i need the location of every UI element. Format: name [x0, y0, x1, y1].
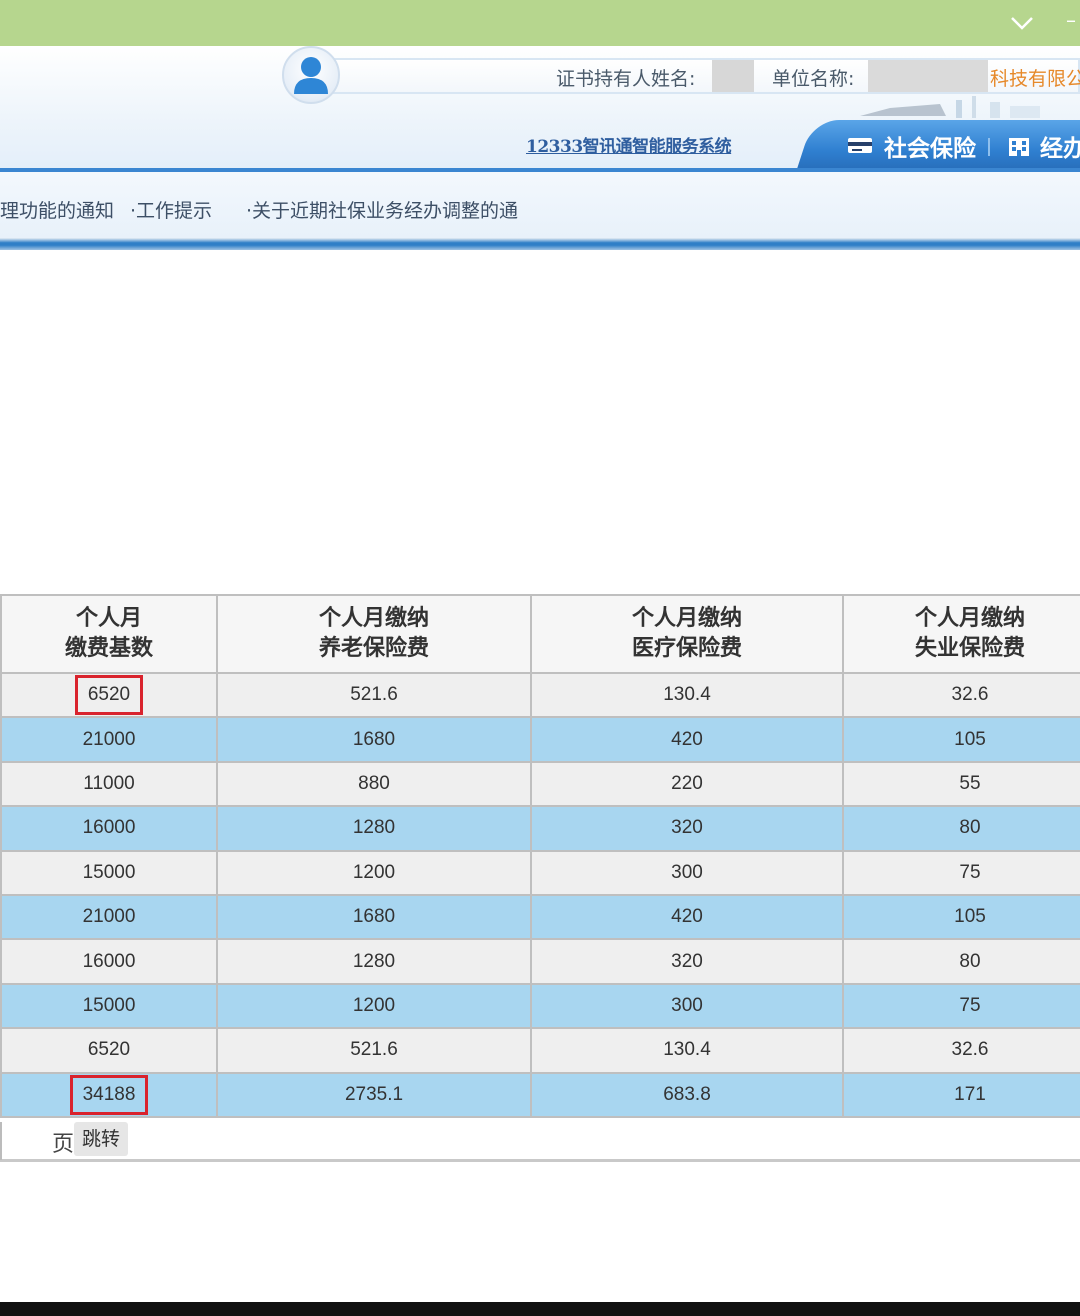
tab-handling-label: 经办 — [1040, 136, 1080, 162]
contribution-table: 个人月 缴费基数 个人月缴纳 养老保险费 个人月缴纳 医疗保险费 个人月缴纳 失… — [0, 594, 1080, 1118]
table-cell: 1680 — [216, 716, 532, 763]
table-cell: 171 — [842, 1071, 1080, 1118]
table-cell: 420 — [530, 716, 844, 763]
notice-link-2[interactable]: ·工作提示 — [130, 196, 212, 223]
contribution-table-container: 个人月 缴费基数 个人月缴纳 养老保险费 个人月缴纳 医疗保险费 个人月缴纳 失… — [0, 594, 1080, 1118]
table-cell: 300 — [530, 849, 844, 896]
table-cell: 55 — [842, 760, 1080, 808]
table-cell: 130.4 — [530, 1027, 844, 1074]
tab-divider — [988, 138, 990, 156]
table-cell: 80 — [842, 938, 1080, 985]
table-cell: 1200 — [216, 849, 532, 896]
system-name-link[interactable]: 12333智讯通智能服务系统 — [526, 132, 732, 157]
table-cell: 300 — [530, 982, 844, 1030]
chevron-down-icon[interactable] — [1008, 10, 1036, 34]
page-input-edge — [0, 1122, 2, 1160]
jump-button[interactable]: 跳转 — [74, 1122, 128, 1156]
table-cell: 15000 — [0, 849, 218, 896]
table-cell: 1280 — [216, 805, 532, 852]
table-cell: 420 — [530, 893, 844, 941]
table-cell: 105 — [842, 716, 1080, 763]
notice-bar: 理功能的通知 ·工作提示 ·关于近期社保业务经办调整的通 — [0, 172, 1080, 238]
card-icon — [848, 138, 872, 153]
column-header-pension: 个人月缴纳 养老保险费 — [216, 594, 532, 674]
pagination-bar: 页 跳转 — [0, 1118, 1080, 1162]
table-cell: 220 — [530, 760, 844, 808]
skyline-decoration — [860, 96, 1040, 118]
building-icon — [1009, 138, 1029, 156]
table-header-row: 个人月 缴费基数 个人月缴纳 养老保险费 个人月缴纳 医疗保险费 个人月缴纳 失… — [0, 594, 1080, 674]
tab-social-insurance[interactable]: 社会保险 — [846, 130, 976, 162]
table-row: 16000 1280 320 80 — [0, 805, 1080, 852]
table-cell: 521.6 — [216, 671, 532, 719]
tab-social-insurance-label: 社会保险 — [884, 136, 976, 162]
table-row: 15000 1200 300 75 — [0, 982, 1080, 1030]
table-cell: 21000 — [0, 716, 218, 763]
table-cell: 15000 — [0, 982, 218, 1030]
user-avatar-icon — [282, 46, 340, 104]
minimize-icon[interactable]: – — [1066, 10, 1076, 30]
table-cell: 16000 — [0, 805, 218, 852]
unit-name-redacted — [868, 60, 988, 92]
table-cell: 1680 — [216, 893, 532, 941]
table-cell: 1280 — [216, 938, 532, 985]
notice-divider — [0, 238, 1080, 250]
table-row: 16000 1280 320 80 — [0, 938, 1080, 985]
unit-name-label: 单位名称: — [772, 68, 855, 90]
column-header-base: 个人月 缴费基数 — [0, 594, 218, 674]
table-row: 11000 880 220 55 — [0, 760, 1080, 808]
table-cell: 16000 — [0, 938, 218, 985]
status-bar: – — [0, 0, 1080, 46]
table-cell: 1200 — [216, 982, 532, 1030]
table-row: 6520 521.6 130.4 32.6 — [0, 671, 1080, 719]
unit-name-value: 科技有限公 — [990, 68, 1080, 90]
table-cell: 683.8 — [530, 1071, 844, 1118]
column-header-unemployment: 个人月缴纳 失业保险费 — [842, 594, 1080, 674]
highlighted-value: 6520 — [74, 675, 144, 716]
table-row: 15000 1200 300 75 — [0, 849, 1080, 896]
table-cell: 32.6 — [842, 671, 1080, 719]
table-cell: 11000 — [0, 760, 218, 808]
notice-link-3[interactable]: ·关于近期社保业务经办调整的通 — [246, 196, 518, 223]
tab-handling[interactable]: 经办 — [1006, 130, 1080, 162]
table-cell: 320 — [530, 805, 844, 852]
table-row: 6520 521.6 130.4 32.6 — [0, 1027, 1080, 1074]
table-row: 21000 1680 420 105 — [0, 893, 1080, 941]
table-cell: 32.6 — [842, 1027, 1080, 1074]
table-row: 21000 1680 420 105 — [0, 716, 1080, 763]
table-cell: 21000 — [0, 893, 218, 941]
table-cell: 6520 — [0, 671, 218, 719]
column-header-medical: 个人月缴纳 医疗保险费 — [530, 594, 844, 674]
table-cell: 521.6 — [216, 1027, 532, 1074]
table-cell: 880 — [216, 760, 532, 808]
table-cell: 34188 — [0, 1071, 218, 1118]
table-cell: 105 — [842, 893, 1080, 941]
table-cell: 130.4 — [530, 671, 844, 719]
table-row: 34188 2735.1 683.8 171 — [0, 1071, 1080, 1118]
table-cell: 75 — [842, 849, 1080, 896]
certificate-holder-label: 证书持有人姓名: — [556, 68, 696, 90]
notice-link-1[interactable]: 理功能的通知 — [0, 196, 114, 223]
table-cell: 2735.1 — [216, 1071, 532, 1118]
table-cell: 80 — [842, 805, 1080, 852]
table-cell: 75 — [842, 982, 1080, 1030]
page-label: 页 — [52, 1132, 75, 1157]
table-cell: 6520 — [0, 1027, 218, 1074]
highlighted-value: 34188 — [69, 1074, 149, 1115]
bottom-edge — [0, 1302, 1080, 1316]
certificate-holder-value — [712, 60, 754, 92]
site-header: 证书持有人姓名: 单位名称: 科技有限公 12333智讯通智能服务系统 社会保险… — [0, 46, 1080, 174]
table-cell: 320 — [530, 938, 844, 985]
